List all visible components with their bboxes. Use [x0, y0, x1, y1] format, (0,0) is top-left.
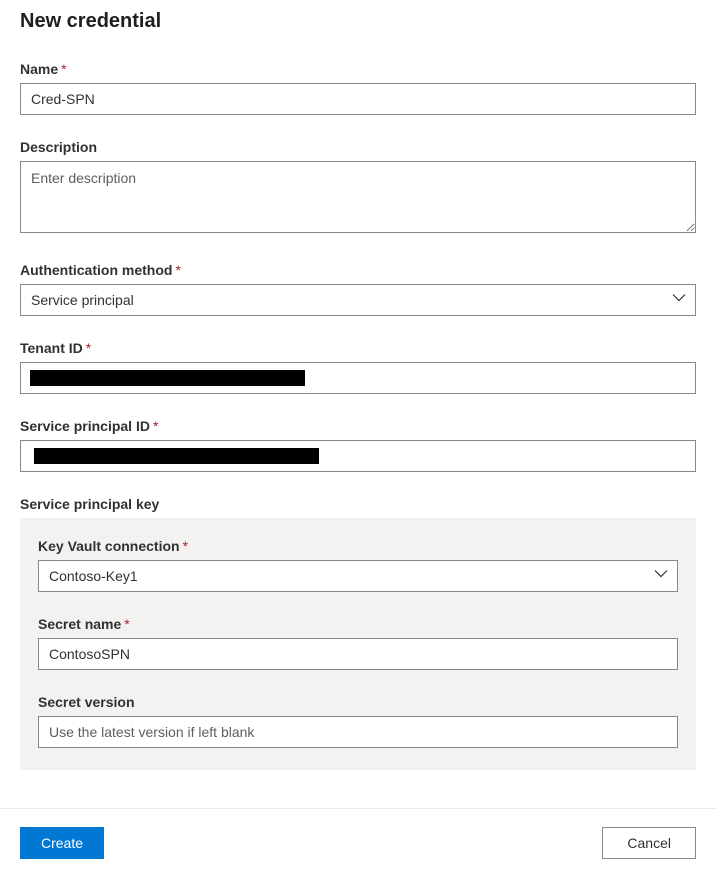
description-label-text: Description — [20, 139, 97, 155]
required-asterisk-icon: * — [153, 418, 158, 434]
cancel-button[interactable]: Cancel — [602, 827, 696, 859]
create-button[interactable]: Create — [20, 827, 104, 859]
auth-method-select[interactable]: Service principal — [20, 284, 696, 316]
required-asterisk-icon: * — [175, 262, 180, 278]
tenant-id-field-group: Tenant ID* — [20, 340, 696, 394]
name-label-text: Name — [20, 61, 58, 77]
auth-method-label-text: Authentication method — [20, 262, 172, 278]
description-label: Description — [20, 139, 696, 155]
service-principal-id-field-group: Service principal ID* — [20, 418, 696, 472]
auth-method-field-group: Authentication method* Service principal — [20, 262, 696, 316]
service-principal-key-section: Key Vault connection* Contoso-Key1 Secre… — [20, 518, 696, 770]
redacted-content — [34, 448, 319, 464]
redacted-content — [30, 370, 305, 386]
auth-method-select-wrapper: Service principal — [20, 284, 696, 316]
service-principal-id-label: Service principal ID* — [20, 418, 696, 434]
secret-name-label: Secret name* — [38, 616, 678, 632]
service-principal-id-label-text: Service principal ID — [20, 418, 150, 434]
tenant-id-input[interactable] — [20, 362, 696, 394]
name-field-group: Name* — [20, 61, 696, 115]
secret-name-label-text: Secret name — [38, 616, 121, 632]
description-input[interactable] — [20, 161, 696, 233]
page-title: New credential — [20, 10, 696, 33]
required-asterisk-icon: * — [183, 538, 188, 554]
secret-name-field-group: Secret name* — [38, 616, 678, 670]
tenant-id-label-text: Tenant ID — [20, 340, 83, 356]
required-asterisk-icon: * — [61, 61, 66, 77]
footer-bar: Create Cancel — [0, 808, 716, 877]
key-vault-connection-field-group: Key Vault connection* Contoso-Key1 — [38, 538, 678, 592]
service-principal-key-group: Service principal key Key Vault connecti… — [20, 496, 696, 770]
required-asterisk-icon: * — [124, 616, 129, 632]
secret-name-input[interactable] — [38, 638, 678, 670]
name-input[interactable] — [20, 83, 696, 115]
key-vault-connection-select[interactable]: Contoso-Key1 — [38, 560, 678, 592]
description-field-group: Description — [20, 139, 696, 238]
auth-method-label: Authentication method* — [20, 262, 696, 278]
key-vault-connection-label: Key Vault connection* — [38, 538, 678, 554]
tenant-id-label: Tenant ID* — [20, 340, 696, 356]
secret-version-label-text: Secret version — [38, 694, 135, 710]
secret-version-input[interactable] — [38, 716, 678, 748]
service-principal-key-label-text: Service principal key — [20, 496, 159, 512]
key-vault-connection-label-text: Key Vault connection — [38, 538, 180, 554]
service-principal-id-input[interactable] — [20, 440, 696, 472]
secret-version-field-group: Secret version — [38, 694, 678, 748]
name-label: Name* — [20, 61, 696, 77]
required-asterisk-icon: * — [86, 340, 91, 356]
key-vault-connection-select-wrapper: Contoso-Key1 — [38, 560, 678, 592]
secret-version-label: Secret version — [38, 694, 678, 710]
service-principal-key-label: Service principal key — [20, 496, 696, 512]
